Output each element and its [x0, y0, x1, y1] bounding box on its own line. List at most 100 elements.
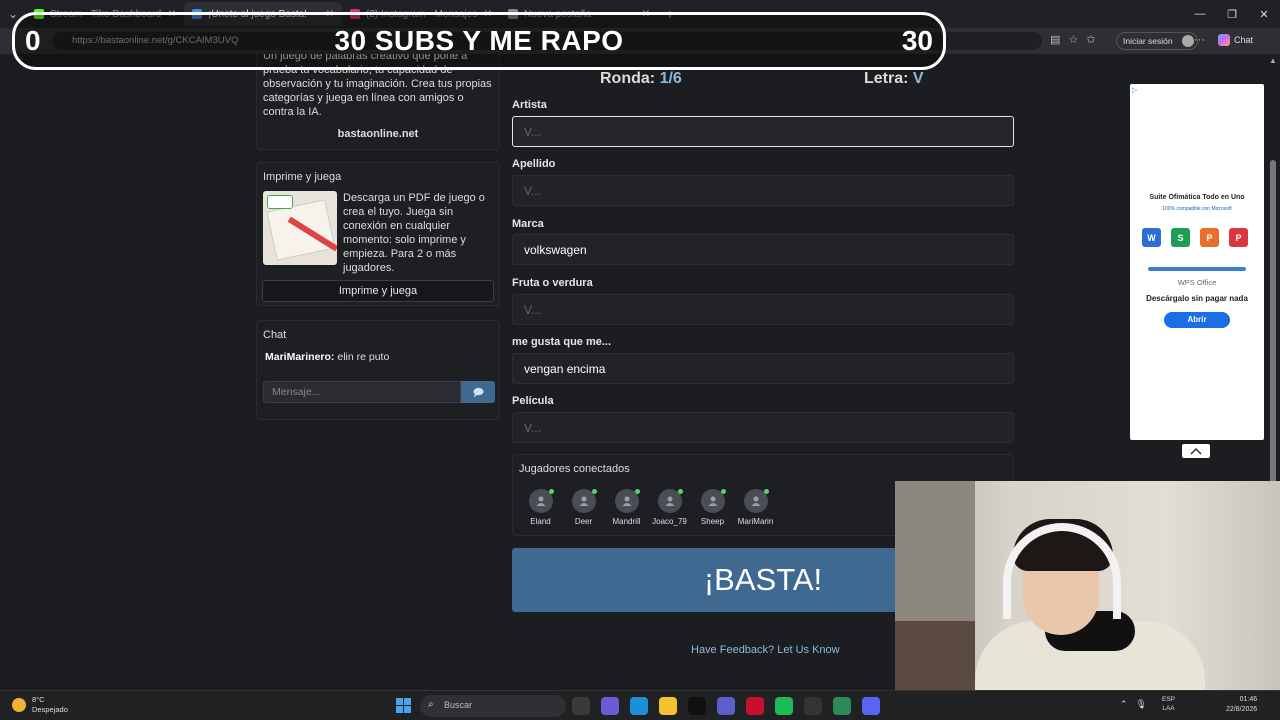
online-dot	[677, 489, 683, 494]
goal-title: 30 SUBS Y ME RAPO	[334, 25, 624, 56]
print-and-play-button[interactable]: Imprime y juega	[262, 280, 494, 302]
restore-icon[interactable]: ❐	[1216, 0, 1248, 28]
chevron-up-icon	[1190, 447, 1202, 455]
player-avatar-icon	[743, 489, 769, 513]
player-name: Eland	[530, 517, 551, 526]
site-name: bastaonline.net	[337, 128, 419, 140]
letter-label: Letra:	[864, 70, 909, 87]
system-tray: ⌃ 🎙	[1120, 699, 1147, 710]
clock-time: 01:46	[1239, 696, 1258, 703]
reading-view-icon[interactable]: ▤	[1050, 33, 1060, 46]
online-dot	[763, 489, 769, 494]
lang-top: ESP	[1162, 696, 1176, 703]
player-item: Deer	[568, 489, 599, 526]
spotify-icon[interactable]	[775, 697, 793, 715]
field-label-pelicula: Película	[512, 395, 554, 407]
ad-title: Suite Ofimática Todo en Uno	[1149, 194, 1245, 201]
tiktok-icon[interactable]	[688, 697, 706, 715]
print-thumbnail	[263, 191, 337, 265]
chat-message-input[interactable]: Mensaje...	[263, 381, 461, 403]
field-marca[interactable]	[512, 234, 1014, 265]
chat-input-row: Mensaje...	[263, 381, 495, 403]
player-avatar-icon	[528, 489, 554, 513]
adchoices-icon[interactable]: ▷	[1132, 86, 1140, 94]
microphone-icon[interactable]: 🎙	[1136, 699, 1147, 710]
goal-target-count: 30	[901, 25, 933, 56]
feedback-link[interactable]: Have Feedback? Let Us Know	[691, 644, 840, 656]
game-icon[interactable]	[833, 697, 851, 715]
field-artista[interactable]	[512, 116, 1014, 147]
windows-start-icon[interactable]	[396, 698, 411, 713]
obs-icon[interactable]	[804, 697, 822, 715]
weather-desc: Despejado	[32, 705, 68, 714]
online-dot	[720, 489, 726, 494]
chat-label: Chat	[1234, 35, 1254, 45]
weather-widget[interactable]: 8°C Despejado	[12, 695, 68, 715]
chat-bubble-icon	[472, 387, 484, 397]
tray-chevron-up-icon[interactable]: ⌃	[1120, 699, 1128, 710]
lang-bottom: LAA	[1162, 705, 1175, 712]
ad-tagline: Descárgalo sin pagar nada	[1146, 294, 1248, 303]
teams-icon[interactable]	[717, 697, 735, 715]
spreadsheet-icon: S	[1171, 228, 1190, 247]
chat-send-button[interactable]	[461, 381, 495, 403]
ad-brand: WPS Office	[1177, 278, 1217, 287]
profile-avatar-icon	[1181, 35, 1194, 47]
favorites-icon[interactable]: ✩	[1086, 33, 1095, 46]
address-bar-icons: ▤ ☆ ✩	[1050, 33, 1096, 46]
copilot-icon	[1218, 34, 1230, 46]
field-label-marca: Marca	[512, 218, 544, 230]
field-me-gusta[interactable]	[512, 353, 1014, 384]
minimize-icon[interactable]: —	[1184, 0, 1216, 28]
online-dot	[591, 489, 597, 494]
scroll-up-icon[interactable]: ▲	[1269, 56, 1277, 65]
copilot-app-icon[interactable]	[601, 697, 619, 715]
field-label-artista: Artista	[512, 99, 547, 111]
edge-icon[interactable]	[630, 697, 648, 715]
field-apellido[interactable]	[512, 175, 1014, 206]
player-item: Mandrill	[611, 489, 642, 526]
search-icon: ⌕	[428, 699, 434, 710]
ad-app-icons: W S P P	[1142, 228, 1248, 247]
taskbar-apps	[572, 697, 880, 715]
clock-date: 22/8/2026	[1226, 706, 1258, 713]
player-list: Eland Deer Mandrill Joaco_79 Sheep MariM…	[525, 489, 773, 526]
sign-in-label: Iniciar sesión	[1123, 36, 1173, 46]
taskbar-search[interactable]: ⌕ Buscar	[420, 695, 566, 717]
player-avatar-icon	[614, 489, 640, 513]
letter-value: V	[912, 70, 924, 87]
close-window-icon[interactable]: ✕	[1248, 0, 1280, 28]
chat-message: MariMarinero: elin re puto	[263, 351, 493, 363]
ad-progress-bar	[1148, 267, 1246, 271]
sign-in-button[interactable]: Iniciar sesión	[1116, 32, 1198, 50]
player-name: Joaco_79	[652, 517, 687, 526]
print-title: Imprime y juega	[263, 171, 342, 183]
player-item: MariMarin	[738, 489, 773, 526]
wps-office-ad[interactable]: ▷ Suite Ofimática Todo en Uno 100% compa…	[1130, 84, 1264, 440]
player-name: Mandrill	[612, 517, 641, 526]
discord-icon[interactable]	[862, 697, 880, 715]
system-clock[interactable]: 01:46 22/8/2026	[1226, 695, 1257, 715]
webcam-feed	[895, 481, 1280, 690]
task-view-icon[interactable]	[572, 697, 590, 715]
player-item: Joaco_79	[652, 489, 687, 526]
more-options-icon[interactable]: ···	[1194, 34, 1205, 46]
field-pelicula[interactable]	[512, 412, 1014, 443]
ad-open-button[interactable]: Abrir	[1164, 312, 1230, 328]
search-placeholder: Buscar	[444, 700, 473, 710]
file-explorer-icon[interactable]	[659, 697, 677, 715]
player-name: Sheep	[700, 517, 725, 526]
favorite-star-icon[interactable]: ☆	[1068, 33, 1078, 46]
copilot-chat-button[interactable]: Chat	[1218, 34, 1253, 46]
letter-indicator: Letra: V	[864, 70, 924, 88]
round-indicator: Ronda: 1/6	[600, 70, 682, 88]
chat-card: Chat MariMarinero: elin re puto Mensaje.…	[256, 320, 500, 420]
input-language[interactable]: ESP LAA	[1162, 695, 1175, 713]
online-dot	[548, 489, 554, 494]
ad-collapse-button[interactable]	[1182, 444, 1210, 458]
online-dot	[634, 489, 640, 494]
chat-message-user: MariMarinero:	[265, 351, 335, 363]
field-fruta-verdura[interactable]	[512, 294, 1014, 325]
presentation-icon: P	[1200, 228, 1219, 247]
wps-icon[interactable]	[746, 697, 764, 715]
